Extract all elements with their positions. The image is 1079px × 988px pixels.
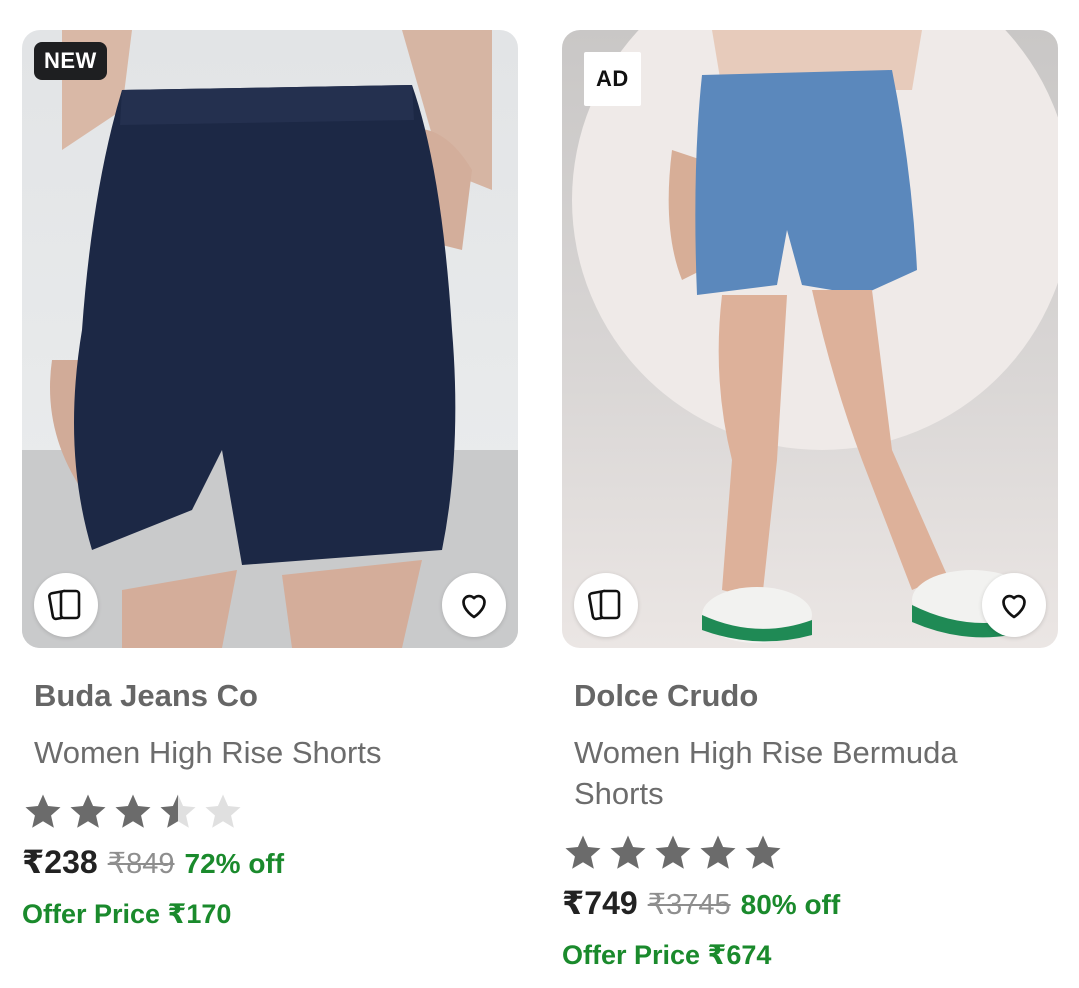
product-card[interactable]: AD Dolce Crudo Women High Rise Bermuda S… bbox=[562, 30, 1058, 971]
star-icon bbox=[700, 835, 736, 869]
similar-products-button[interactable] bbox=[34, 573, 98, 637]
star-icon bbox=[565, 835, 601, 869]
wishlist-button[interactable] bbox=[982, 573, 1046, 637]
original-price: ₹3745 bbox=[647, 889, 731, 921]
product-image[interactable]: NEW bbox=[22, 30, 518, 648]
rating-stars bbox=[562, 832, 1058, 874]
new-badge: NEW bbox=[34, 42, 107, 80]
star-icon bbox=[655, 835, 691, 869]
brand-name: Dolce Crudo bbox=[574, 678, 759, 713]
product-photo bbox=[572, 30, 1058, 643]
selling-price: ₹238 bbox=[22, 844, 98, 880]
star-icon bbox=[205, 794, 241, 828]
discount-label: 72% off bbox=[184, 848, 285, 879]
price-row: ₹749 ₹3745 80% off bbox=[562, 884, 1058, 922]
rating-stars bbox=[22, 791, 518, 833]
star-icon bbox=[160, 794, 196, 828]
product-title: Women High Rise Shorts bbox=[34, 735, 382, 770]
star-icon bbox=[745, 835, 781, 869]
star-icon bbox=[25, 794, 61, 828]
selling-price: ₹749 bbox=[562, 885, 638, 921]
star-icon bbox=[115, 794, 151, 828]
star-icon bbox=[610, 835, 646, 869]
heart-icon bbox=[462, 594, 486, 619]
wishlist-button[interactable] bbox=[442, 573, 506, 637]
original-price: ₹849 bbox=[107, 848, 175, 880]
offer-price: Offer Price ₹170 bbox=[22, 899, 232, 929]
offer-price: Offer Price ₹674 bbox=[562, 940, 772, 970]
heart-icon bbox=[1002, 594, 1026, 619]
similar-cards-icon bbox=[48, 589, 81, 621]
similar-cards-icon bbox=[588, 589, 621, 621]
product-card[interactable]: NEW Buda Jeans Co Women High Rise Shorts… bbox=[22, 30, 518, 930]
ad-badge: AD bbox=[584, 52, 641, 106]
similar-products-button[interactable] bbox=[574, 573, 638, 637]
product-image[interactable]: AD bbox=[562, 30, 1058, 648]
product-grid: NEW Buda Jeans Co Women High Rise Shorts… bbox=[0, 0, 1079, 988]
product-photo bbox=[22, 30, 518, 648]
price-row: ₹238 ₹849 72% off bbox=[22, 843, 518, 881]
discount-label: 80% off bbox=[740, 889, 841, 920]
product-title: Women High Rise Bermuda Shorts bbox=[574, 735, 958, 811]
star-icon bbox=[70, 794, 106, 828]
brand-name: Buda Jeans Co bbox=[34, 678, 258, 713]
